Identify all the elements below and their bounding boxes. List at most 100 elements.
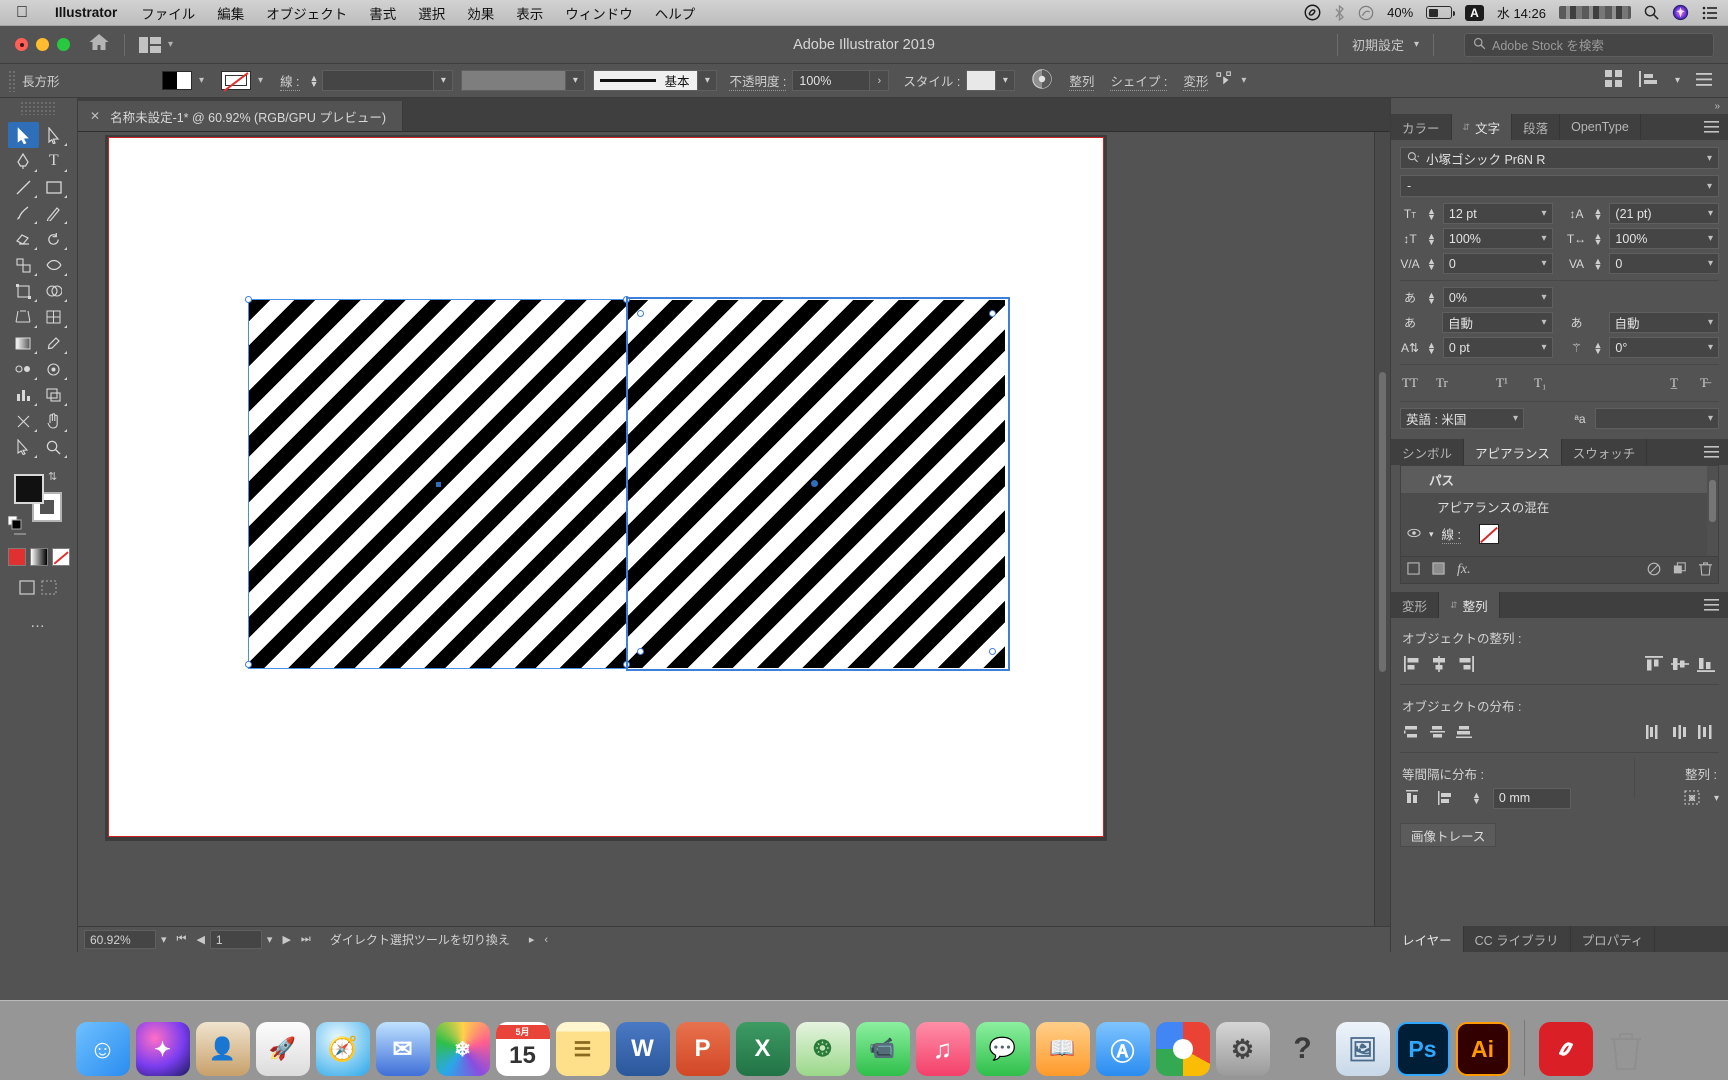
gradient-mode-icon[interactable]: [29, 548, 48, 566]
swap-fill-stroke-icon[interactable]: ⇅: [48, 470, 57, 483]
chevron-down-icon[interactable]: ▾: [1541, 317, 1546, 328]
tab-appearance[interactable]: アピアランス: [1464, 439, 1562, 465]
character-rotation-stepper[interactable]: ▲ ▼: [1594, 340, 1603, 355]
tools-panel-grip[interactable]: [20, 101, 57, 115]
aki-before-field[interactable]: 自動 ▾: [1442, 312, 1553, 333]
stroke-none-swatch[interactable]: [221, 71, 252, 90]
canvas-area[interactable]: [78, 132, 1390, 952]
dock-contacts[interactable]: 👤: [195, 1022, 250, 1076]
language-field[interactable]: 英語 : 米国 ▾: [1400, 408, 1524, 429]
stroke-weight-label[interactable]: 線 :: [280, 71, 300, 91]
aki-after-field[interactable]: 自動 ▾: [1608, 312, 1719, 333]
dock-launchpad[interactable]: 🚀: [255, 1022, 310, 1076]
dock-notes[interactable]: ☰: [555, 1022, 610, 1076]
chevron-down-icon[interactable]: ▾: [1708, 317, 1713, 328]
panel-menu-icon[interactable]: [1695, 439, 1728, 465]
font-style-field[interactable]: - ▾: [1400, 175, 1719, 197]
none-mode-icon[interactable]: [51, 548, 70, 566]
menu-window[interactable]: ウィンドウ: [554, 3, 644, 23]
tool-rectangle[interactable]: [39, 174, 70, 200]
stroke-profile-field[interactable]: 基本: [593, 70, 699, 91]
opacity-label[interactable]: 不透明度 :: [729, 71, 787, 91]
align-to-selection-icon[interactable]: [1680, 787, 1706, 809]
align-top-icon[interactable]: [1641, 653, 1667, 675]
panel-menu-icon[interactable]: [1695, 592, 1728, 618]
vertical-scale-field[interactable]: 100% ▾: [1442, 228, 1553, 249]
chevron-down-icon[interactable]: ▾: [1708, 233, 1713, 244]
workspace-switcher[interactable]: 初期設定 ▾: [1352, 35, 1419, 54]
menu-app-name[interactable]: Illustrator: [42, 5, 130, 20]
status-resize-icon[interactable]: ‹: [539, 934, 553, 946]
dock-safari[interactable]: 🧭: [315, 1022, 370, 1076]
tab-image-trace[interactable]: 画像トレース: [1400, 823, 1497, 847]
superscript-icon[interactable]: T¹: [1496, 375, 1534, 391]
maximize-window-button[interactable]: [57, 38, 70, 51]
delete-item-icon[interactable]: [1699, 561, 1712, 579]
arrange-documents-button[interactable]: ▾: [139, 36, 173, 53]
loop-icon[interactable]: [1358, 5, 1374, 21]
menu-effect[interactable]: 効果: [456, 3, 505, 23]
appearance-path-row[interactable]: パス: [1401, 466, 1718, 493]
fill-swatch-control[interactable]: ▾: [162, 71, 211, 90]
menu-type[interactable]: 書式: [358, 3, 407, 23]
tool-perspective-grid[interactable]: [8, 304, 39, 330]
appearance-list[interactable]: パス アピアランスの混在 ▾ 線 : 不透明度 : 初期設定: [1400, 465, 1719, 557]
dock-app-store[interactable]: Ⓐ: [1095, 1022, 1150, 1076]
distribute-top-icon[interactable]: [1400, 721, 1426, 743]
distribute-horizontal-center-icon[interactable]: [1667, 721, 1693, 743]
chevron-down-icon[interactable]: ▾: [1708, 342, 1713, 353]
anchor-point[interactable]: [245, 661, 252, 668]
chevron-down-icon[interactable]: ▾: [1513, 413, 1518, 424]
horizontal-scale-stepper[interactable]: ▲ ▼: [1594, 231, 1603, 246]
chevron-down-icon[interactable]: ▾: [1675, 75, 1680, 86]
align-icon[interactable]: [1638, 71, 1659, 90]
dock-powerpoint[interactable]: P: [675, 1022, 730, 1076]
add-new-effect-icon[interactable]: fx.: [1457, 562, 1471, 578]
tool-free-transform[interactable]: [8, 278, 39, 304]
chevron-right-icon[interactable]: ›: [870, 70, 890, 91]
tool-selection-secondary[interactable]: [8, 434, 39, 460]
first-artboard-icon[interactable]: ⏮: [172, 933, 192, 946]
stroke-weight-control[interactable]: ▾: [322, 70, 454, 91]
dock-preview[interactable]: 🖼: [1335, 1022, 1390, 1076]
align-left-icon[interactable]: [1400, 653, 1426, 675]
tab-transform[interactable]: 変形: [1391, 592, 1440, 618]
distribute-vertical-spacing-icon[interactable]: [1400, 787, 1426, 809]
transform-icon[interactable]: [1216, 71, 1234, 90]
tool-pen[interactable]: [8, 148, 39, 174]
align-horizontal-center-icon[interactable]: [1426, 653, 1452, 675]
chevron-down-icon[interactable]: ▾: [1707, 153, 1712, 164]
appearance-mixed-row[interactable]: アピアランスの混在: [1401, 493, 1718, 520]
chevron-down-icon[interactable]: ▾: [1541, 208, 1546, 219]
variable-width-control[interactable]: ▾: [461, 70, 586, 91]
menu-clock[interactable]: 水 14:26: [1497, 3, 1546, 22]
appearance-stroke-row[interactable]: ▾ 線 :: [1401, 520, 1718, 548]
anchor-point[interactable]: [637, 648, 644, 655]
tsume-stepper[interactable]: ▲ ▼: [1427, 290, 1436, 305]
dock-photoshop[interactable]: Ps: [1395, 1022, 1450, 1076]
color-mode-icon[interactable]: [7, 548, 26, 566]
chevron-down-icon[interactable]: ▾: [698, 70, 718, 91]
chevron-down-icon[interactable]: ▾: [566, 70, 586, 91]
graphic-style-control[interactable]: ▾: [966, 70, 1016, 91]
anchor-point[interactable]: [623, 296, 630, 303]
dock-creative-cloud[interactable]: [1538, 1022, 1593, 1076]
fill-color-swatch[interactable]: [14, 474, 44, 504]
tool-type[interactable]: T: [39, 148, 70, 174]
tool-mesh[interactable]: [39, 304, 70, 330]
apple-logo-icon[interactable]: : [0, 4, 42, 21]
eye-icon[interactable]: [1407, 527, 1421, 541]
dock-finder[interactable]: ☺: [75, 1022, 130, 1076]
chevron-down-icon[interactable]: ▾: [996, 70, 1016, 91]
tool-eraser[interactable]: [8, 226, 39, 252]
variable-width-field[interactable]: [461, 70, 567, 91]
menu-edit[interactable]: 編集: [206, 3, 255, 23]
transform-menu-label[interactable]: 変形: [1183, 71, 1209, 91]
input-source-label[interactable]: A: [1465, 4, 1484, 21]
font-size-field[interactable]: 12 pt ▾: [1442, 203, 1553, 224]
leading-field[interactable]: (21 pt) ▾: [1609, 203, 1719, 224]
dock-music[interactable]: ♫: [915, 1022, 970, 1076]
stroke-profile-control[interactable]: 基本 ▾: [593, 70, 718, 91]
tool-direct-selection[interactable]: [39, 122, 70, 148]
tool-line-segment[interactable]: [8, 174, 39, 200]
